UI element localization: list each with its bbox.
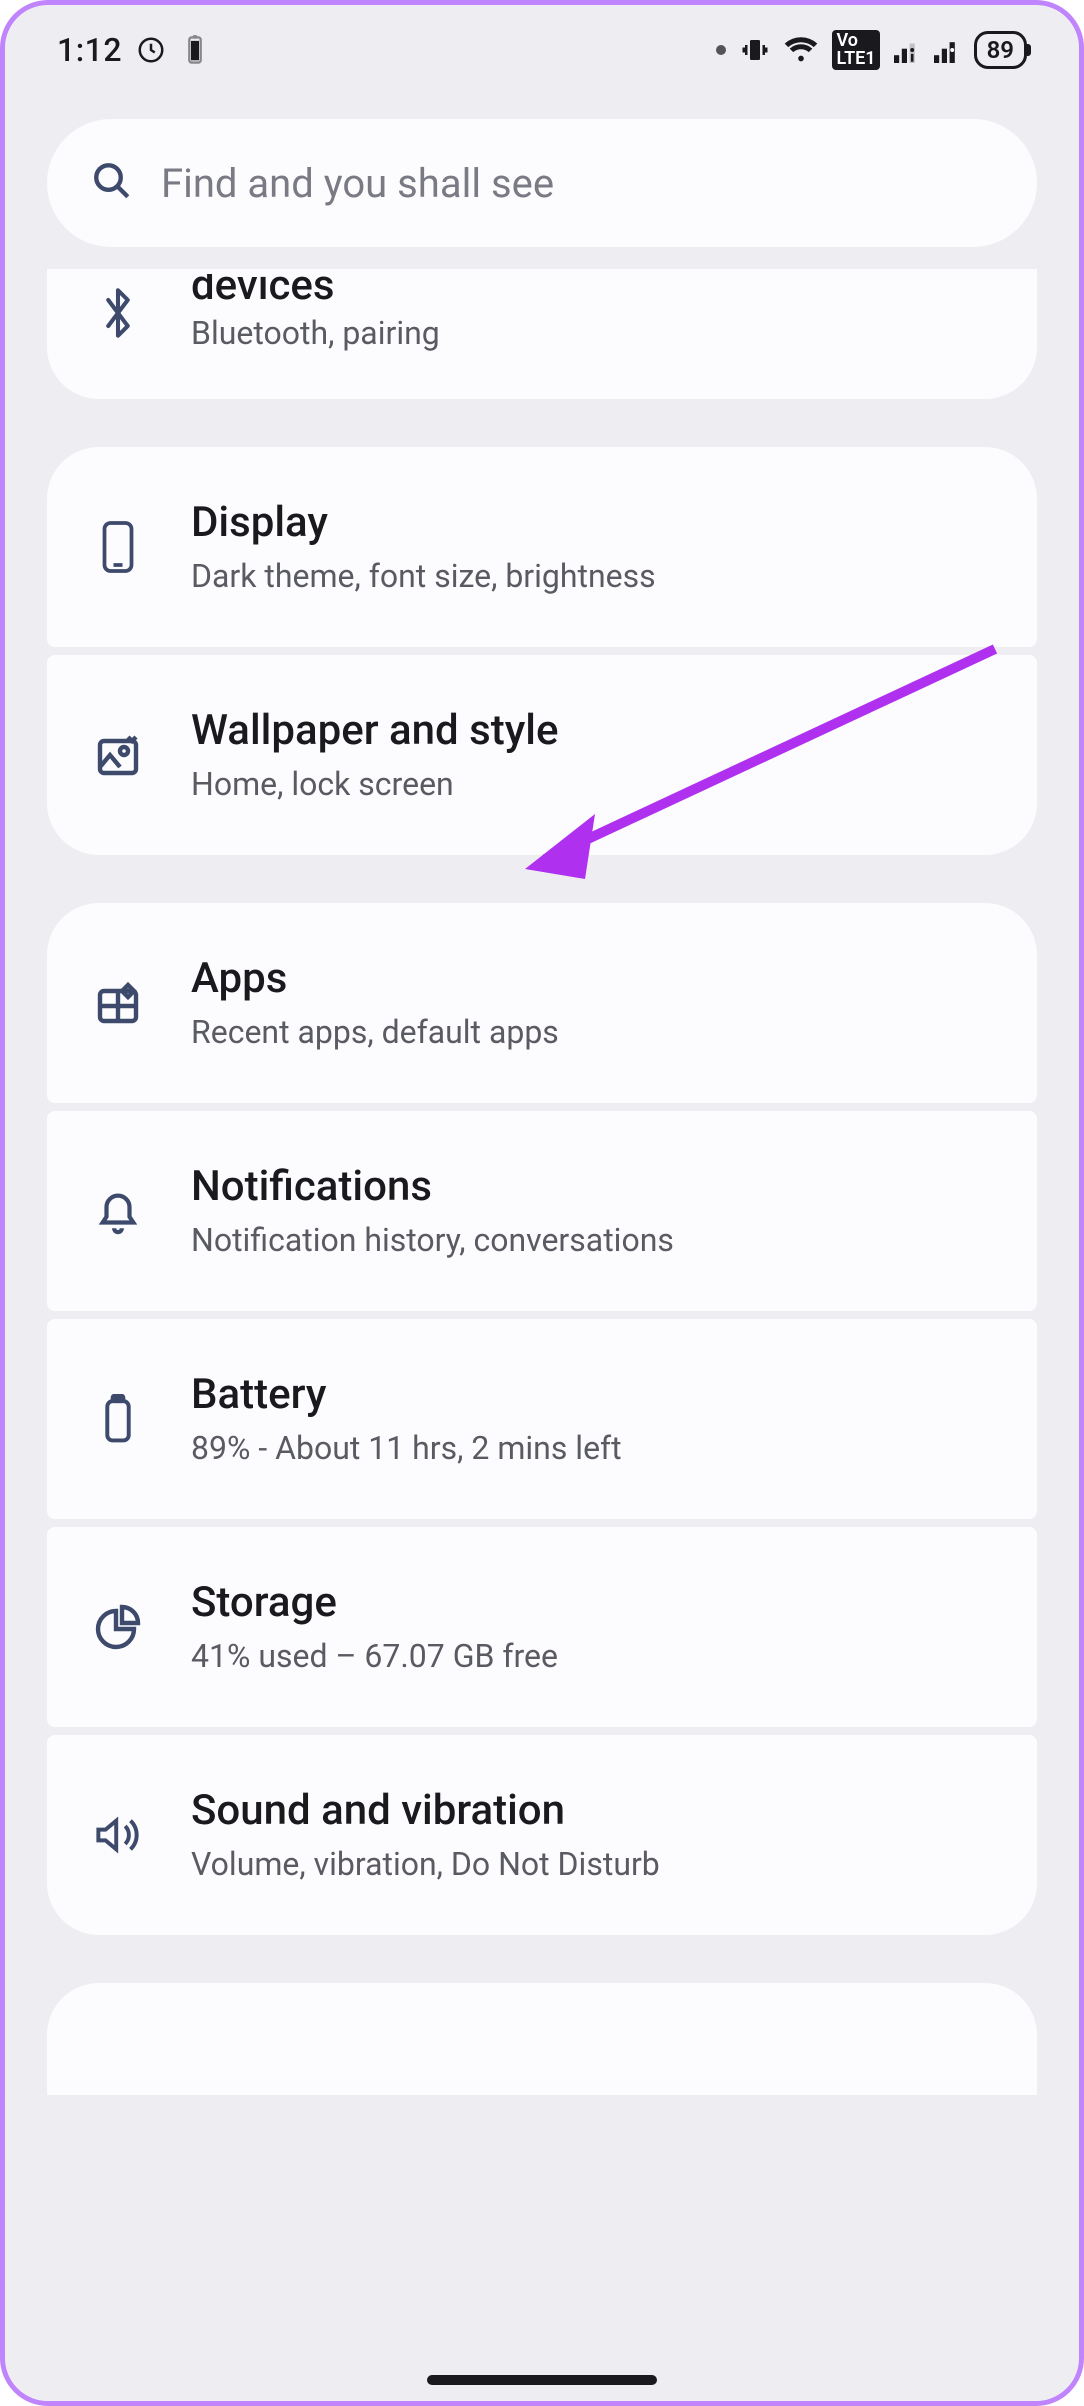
signal-2-icon [934,37,960,63]
settings-item-apps[interactable]: Apps Recent apps, default apps [47,903,1037,1103]
settings-group-display: Display Dark theme, font size, brightnes… [47,447,1037,855]
battery-status-icon: 89 [974,31,1027,69]
battery-level-icon [180,35,210,65]
settings-scroll[interactable]: Connected devices Bluetooth, pairing Dis… [5,269,1079,2401]
item-title: Wallpaper and style [191,707,558,755]
phone-icon [83,512,153,582]
battery-percent: 89 [987,36,1014,64]
item-texts: Sound and vibration Volume, vibration, D… [191,1787,660,1884]
item-subtitle: Dark theme, font size, brightness [191,557,656,595]
settings-groups: Connected devices Bluetooth, pairing Dis… [5,269,1079,2095]
item-texts: Battery 89% - About 11 hrs, 2 mins left [191,1371,622,1468]
bluetooth-icon [83,278,153,348]
item-title: Display [191,499,656,547]
item-title: Sound and vibration [191,1787,660,1835]
settings-item-connected-devices[interactable]: Connected devices Bluetooth, pairing [47,269,1037,399]
clock-icon [136,35,166,65]
status-left: 1:12 [57,31,210,69]
search-icon [91,160,133,206]
status-time: 1:12 [57,31,122,69]
volte-badge: VoLTE1 [832,30,879,70]
item-title: Battery [191,1371,622,1419]
settings-item-accessibility[interactable]: Accessibility [47,1983,1037,2095]
status-right: VoLTE1 89 [716,30,1027,70]
settings-item-notifications[interactable]: Notifications Notification history, conv… [47,1111,1037,1311]
settings-item-display[interactable]: Display Dark theme, font size, brightnes… [47,447,1037,647]
settings-item-wallpaper[interactable]: Wallpaper and style Home, lock screen [47,655,1037,855]
search-placeholder: Find and you shall see [161,160,554,207]
navigation-handle[interactable] [427,2375,657,2385]
vibrate-icon [740,35,770,65]
settings-item-battery[interactable]: Battery 89% - About 11 hrs, 2 mins left [47,1319,1037,1519]
notification-dot-icon [716,45,726,55]
item-title: Connected devices [191,274,440,304]
item-subtitle: Bluetooth, pairing [191,314,440,352]
wallpaper-icon [83,720,153,790]
item-subtitle: Recent apps, default apps [191,1013,559,1051]
item-texts: Connected devices Bluetooth, pairing [191,274,440,352]
wifi-icon [784,35,818,65]
item-texts: Storage 41% used – 67.07 GB free [191,1579,558,1676]
settings-item-storage[interactable]: Storage 41% used – 67.07 GB free [47,1527,1037,1727]
battery-icon [83,1384,153,1454]
bell-icon [83,1176,153,1246]
item-texts: Display Dark theme, font size, brightnes… [191,499,656,596]
settings-group-system: Apps Recent apps, default apps Notificat… [47,903,1037,1935]
speaker-icon [83,1800,153,1870]
item-title: Notifications [191,1163,674,1211]
item-subtitle: Home, lock screen [191,765,558,803]
apps-icon [83,968,153,1038]
item-texts: Apps Recent apps, default apps [191,955,559,1052]
item-title: Apps [191,955,559,1003]
item-texts: Notifications Notification history, conv… [191,1163,674,1260]
settings-item-sound[interactable]: Sound and vibration Volume, vibration, D… [47,1735,1037,1935]
item-subtitle: Volume, vibration, Do Not Disturb [191,1845,660,1883]
signal-1-icon [894,37,920,63]
phone-screen: 1:12 VoLTE1 89 [5,5,1079,2401]
storage-pie-icon [83,1592,153,1662]
search-bar[interactable]: Find and you shall see [47,119,1037,247]
search-wrap: Find and you shall see [5,95,1079,269]
item-subtitle: Notification history, conversations [191,1221,674,1259]
item-subtitle: 89% - About 11 hrs, 2 mins left [191,1429,622,1467]
item-texts: Wallpaper and style Home, lock screen [191,707,558,804]
item-subtitle: 41% used – 67.07 GB free [191,1637,558,1675]
accessibility-icon [83,2025,153,2095]
status-bar: 1:12 VoLTE1 89 [5,5,1079,95]
item-title: Storage [191,1579,558,1627]
